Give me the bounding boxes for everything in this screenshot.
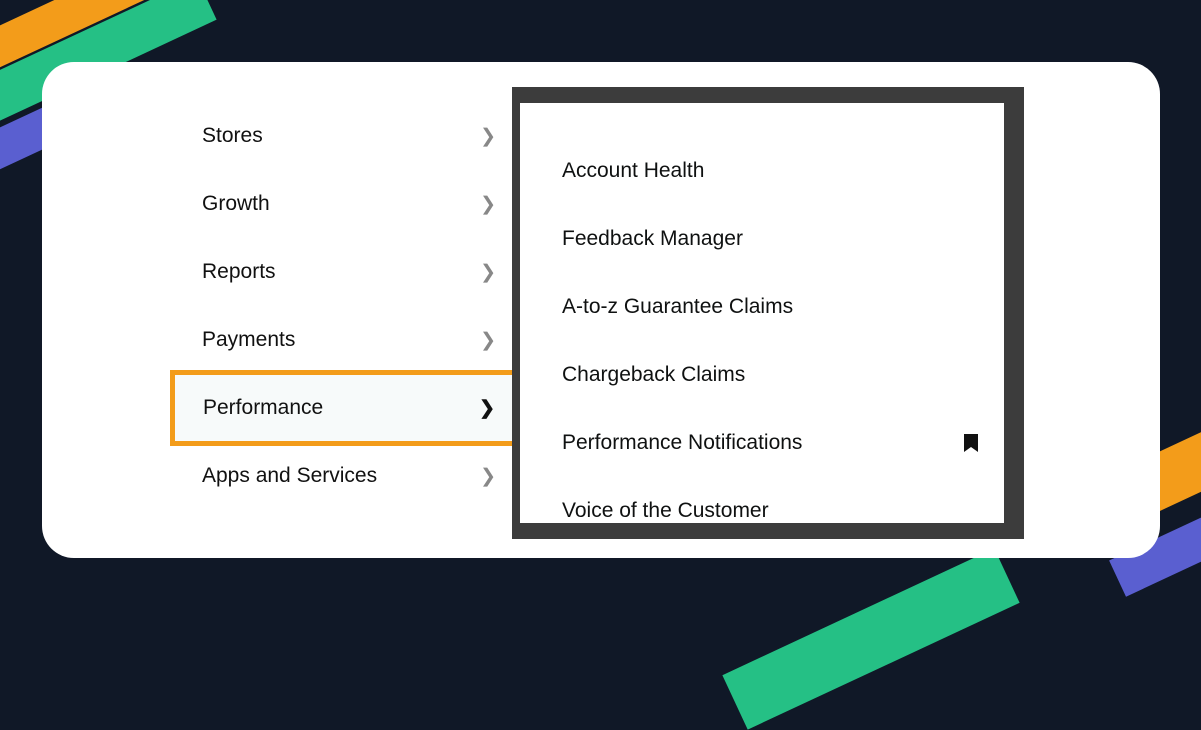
chevron-right-icon: ❯ [480, 195, 496, 214]
chevron-right-icon: ❯ [480, 467, 496, 486]
submenu-item-account-health[interactable]: Account Health [562, 137, 978, 205]
chevron-right-icon: ❯ [480, 331, 496, 350]
submenu-item-label: Chargeback Claims [562, 363, 745, 387]
submenu-item-label: Account Health [562, 159, 704, 183]
nav-item-label: Reports [202, 260, 276, 284]
submenu-item-label: A-to-z Guarantee Claims [562, 295, 793, 319]
nav-item-label: Apps and Services [202, 464, 377, 488]
chevron-right-icon: ❯ [480, 127, 496, 146]
bookmark-icon [964, 434, 978, 452]
submenu-item-voice-of-customer[interactable]: Voice of the Customer [562, 477, 978, 545]
nav-item-stores[interactable]: Stores ❯ [174, 102, 524, 170]
submenu-item-feedback-manager[interactable]: Feedback Manager [562, 205, 978, 273]
decorative-stripe [722, 548, 1019, 729]
nav-item-payments[interactable]: Payments ❯ [174, 306, 524, 374]
nav-item-growth[interactable]: Growth ❯ [174, 170, 524, 238]
submenu-flyout: Account Health Feedback Manager A-to-z G… [512, 87, 1024, 539]
nav-item-performance[interactable]: Performance ❯ [170, 370, 528, 446]
screenshot-card: Stores ❯ Growth ❯ Reports ❯ Payments ❯ P… [42, 62, 1160, 558]
submenu-item-label: Performance Notifications [562, 431, 802, 455]
submenu-item-performance-notifications[interactable]: Performance Notifications [562, 409, 978, 477]
submenu-panel: Account Health Feedback Manager A-to-z G… [520, 103, 1004, 523]
submenu-item-chargeback-claims[interactable]: Chargeback Claims [562, 341, 978, 409]
submenu-item-label: Feedback Manager [562, 227, 743, 251]
chevron-right-icon: ❯ [479, 399, 495, 418]
chevron-right-icon: ❯ [480, 263, 496, 282]
submenu-item-guarantee-claims[interactable]: A-to-z Guarantee Claims [562, 273, 978, 341]
nav-item-label: Performance [203, 396, 323, 420]
nav-item-reports[interactable]: Reports ❯ [174, 238, 524, 306]
nav-item-label: Stores [202, 124, 263, 148]
nav-item-label: Growth [202, 192, 270, 216]
submenu-item-label: Voice of the Customer [562, 499, 769, 523]
nav-item-label: Payments [202, 328, 295, 352]
nav-item-apps-services[interactable]: Apps and Services ❯ [174, 442, 524, 510]
main-nav-menu: Stores ❯ Growth ❯ Reports ❯ Payments ❯ P… [174, 102, 524, 510]
